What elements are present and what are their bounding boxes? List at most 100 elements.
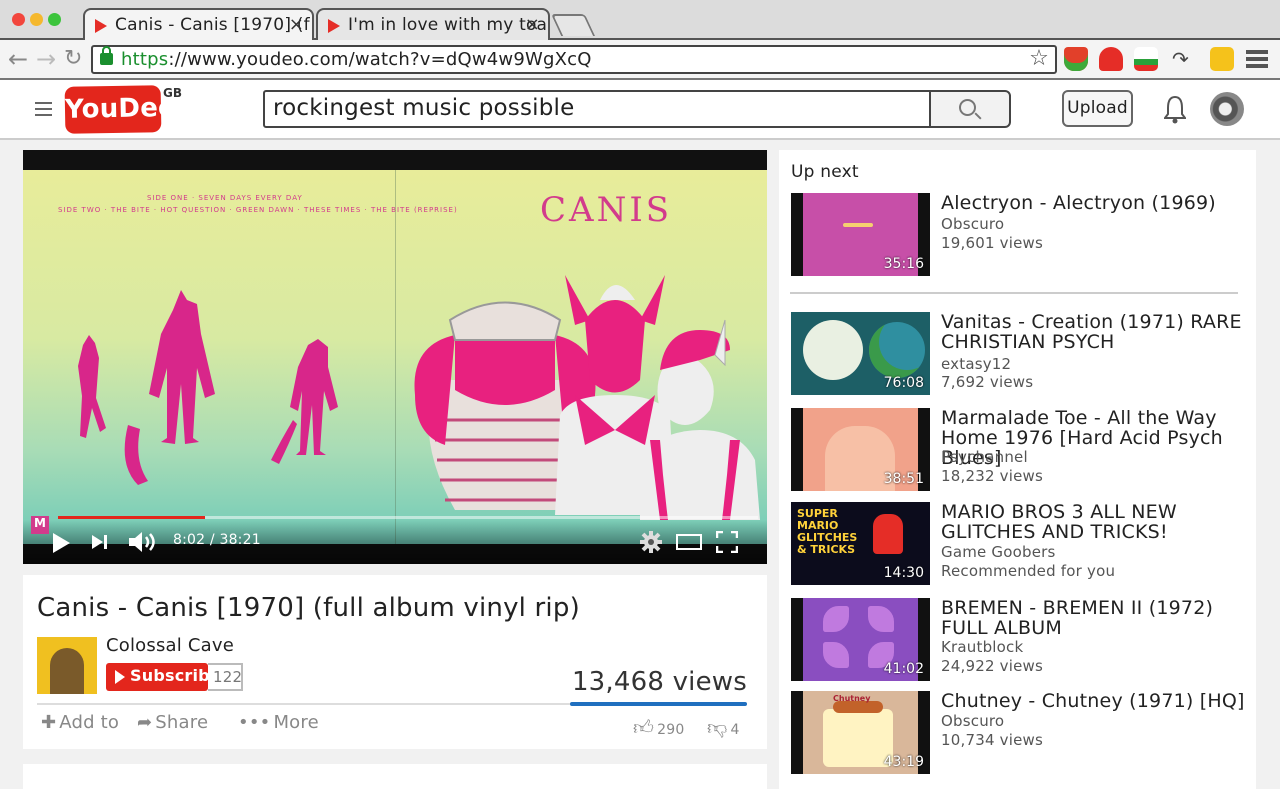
video-thumbnail[interactable]: SUPER MARIO GLITCHES & TRICKS 14:30 [791, 502, 930, 585]
forward-arrow-icon[interactable]: → [36, 45, 56, 73]
video-title[interactable]: Vanitas - Creation (1971) RARE CHRISTIAN… [941, 312, 1251, 352]
like-button[interactable]: 👍︎ 290 [633, 715, 684, 740]
youdeo-favicon-icon [95, 19, 107, 33]
album-cover-frame: SIDE ONE · SEVEN DAYS EVERY DAY SIDE TWO… [23, 170, 767, 544]
video-views: 19,601 views [941, 234, 1044, 252]
dislike-button[interactable]: 👎︎ 4 [707, 715, 740, 740]
video-channel[interactable]: extasy12 [941, 355, 1011, 373]
thumbnail-text: Chutney [833, 694, 871, 703]
search-button[interactable] [929, 90, 1011, 128]
share-arrow-icon: ➦ [137, 712, 153, 733]
region-label: GB [163, 86, 182, 100]
thumbs-up-icon: 👍︎ [633, 715, 655, 739]
cover-characters-illustration [414, 275, 760, 520]
channel-watermark-badge: M [31, 516, 49, 534]
video-title: Canis - Canis [1970] (full album vinyl r… [37, 593, 580, 623]
progress-bar-fill [58, 516, 205, 519]
video-channel[interactable]: Psychannel [941, 448, 1028, 466]
plus-icon: ✚ [41, 712, 57, 733]
fullscreen-icon[interactable] [716, 531, 738, 553]
tab-title: I'm in love with my toas [348, 15, 550, 35]
video-title[interactable]: Alectryon - Alectryon (1969) [941, 193, 1251, 213]
note-extension-icon[interactable] [1210, 47, 1234, 71]
video-thumbnail[interactable]: Chutney 43:19 [791, 691, 930, 774]
video-player[interactable]: SIDE ONE · SEVEN DAYS EVERY DAY SIDE TWO… [23, 150, 767, 564]
subscriber-count: 122 [208, 663, 243, 691]
bookmark-star-icon[interactable]: ☆ [1029, 46, 1049, 71]
video-channel[interactable]: Obscuro [941, 712, 1004, 730]
browser-tab-inactive[interactable]: I'm in love with my toas × [316, 8, 550, 40]
add-to-label: Add to [59, 712, 120, 733]
video-title[interactable]: BREMEN - BREMEN II (1972) FULL ALBUM [941, 598, 1251, 638]
video-views: 24,922 views [941, 657, 1044, 675]
browser-toolbar: ← → ↻ https://www.youdeo.com/watch?v=dQw… [0, 40, 1280, 80]
recommended-video[interactable]: 38:51 Marmalade Toe - All the Way Home 1… [791, 408, 1246, 492]
share-arrow-extension-icon[interactable]: ↷ [1172, 47, 1196, 71]
video-thumbnail[interactable]: 35:16 [791, 193, 930, 276]
browser-tab-bar: Canis - Canis [1970] (f × I'm in love wi… [0, 0, 1280, 40]
tab-title: Canis - Canis [1970] (f [115, 15, 310, 35]
window-minimize-button[interactable] [30, 13, 43, 26]
more-button[interactable]: ••• More [238, 712, 319, 733]
checkmark-extension-icon[interactable] [1134, 47, 1158, 71]
recommended-video[interactable]: 41:02 BREMEN - BREMEN II (1972) FULL ALB… [791, 598, 1246, 682]
channel-name[interactable]: Colossal Cave [106, 635, 234, 656]
channel-avatar[interactable] [37, 637, 97, 694]
thumbnail-text: SUPER MARIO GLITCHES & TRICKS [797, 507, 858, 556]
new-tab-button[interactable] [550, 14, 596, 36]
theater-mode-icon[interactable] [676, 534, 702, 550]
play-icon[interactable] [51, 532, 71, 554]
browser-menu-icon[interactable] [1246, 50, 1268, 68]
video-duration: 35:16 [883, 256, 924, 272]
share-button[interactable]: ➦ Share [137, 712, 208, 733]
window-maximize-button[interactable] [48, 13, 61, 26]
video-views: 18,232 views [941, 467, 1044, 485]
more-dots-icon: ••• [238, 712, 271, 733]
user-avatar[interactable] [1210, 92, 1244, 126]
tab-close-icon[interactable]: × [289, 14, 304, 35]
pacman-extension-icon[interactable] [1099, 47, 1123, 71]
video-duration: 41:02 [883, 661, 924, 677]
video-thumbnail[interactable]: 41:02 [791, 598, 930, 681]
reload-icon[interactable]: ↻ [64, 46, 82, 71]
video-channel[interactable]: Krautblock [941, 638, 1023, 656]
video-duration: 43:19 [883, 754, 924, 770]
recommended-video[interactable]: SUPER MARIO GLITCHES & TRICKS 14:30 MARI… [791, 502, 1246, 586]
search-input[interactable]: rockingest music possible [263, 90, 931, 128]
site-header: YouDeo GB rockingest music possible Uplo… [0, 80, 1280, 140]
settings-gear-icon[interactable] [640, 531, 662, 553]
upload-button[interactable]: Upload [1062, 90, 1133, 127]
url-text: ://www.youdeo.com/watch?v=dQw4w9WgXcQ [168, 49, 592, 70]
video-title[interactable]: MARIO BROS 3 ALL NEW GLITCHES AND TRICKS… [941, 502, 1251, 542]
cover-silhouettes-illustration [78, 290, 338, 485]
add-to-button[interactable]: ✚ Add to [41, 712, 119, 733]
video-duration: 14:30 [883, 565, 924, 581]
video-channel[interactable]: Game Goobers [941, 543, 1056, 561]
back-arrow-icon[interactable]: ← [8, 45, 28, 73]
volume-icon[interactable] [128, 531, 160, 553]
video-thumbnail[interactable]: 38:51 [791, 408, 930, 491]
player-controls: M 8:02 / 38:21 [23, 516, 767, 564]
playback-time: 8:02 / 38:21 [173, 532, 261, 548]
video-channel[interactable]: Obscuro [941, 215, 1004, 233]
video-thumbnail[interactable]: 76:08 [791, 312, 930, 395]
notifications-bell-icon[interactable] [1164, 94, 1186, 124]
video-title[interactable]: Chutney - Chutney (1971) [HQ] [941, 691, 1251, 711]
window-close-button[interactable] [12, 13, 25, 26]
progress-bar[interactable] [58, 516, 758, 519]
recommended-video[interactable]: Chutney 43:19 Chutney - Chutney (1971) [… [791, 691, 1246, 775]
recommended-video[interactable]: 76:08 Vanitas - Creation (1971) RARE CHR… [791, 312, 1246, 396]
tab-close-icon[interactable]: × [525, 14, 540, 35]
recommended-for-you-label: Recommended for you [941, 562, 1116, 580]
browser-tab-active[interactable]: Canis - Canis [1970] (f × [83, 8, 314, 40]
address-bar[interactable]: https://www.youdeo.com/watch?v=dQw4w9WgX… [91, 45, 1057, 74]
fox-extension-icon[interactable] [1064, 47, 1088, 71]
next-icon[interactable] [91, 534, 109, 550]
subscribe-button[interactable]: Subscribe [106, 663, 221, 691]
video-views: 10,734 views [941, 731, 1044, 749]
thumbs-down-icon: 👎︎ [707, 715, 728, 739]
up-next-heading: Up next [791, 162, 859, 182]
recommended-video[interactable]: 35:16 Alectryon - Alectryon (1969) Obscu… [791, 193, 1246, 277]
site-logo[interactable]: YouDeo [64, 85, 176, 134]
hamburger-menu-icon[interactable] [35, 102, 52, 116]
